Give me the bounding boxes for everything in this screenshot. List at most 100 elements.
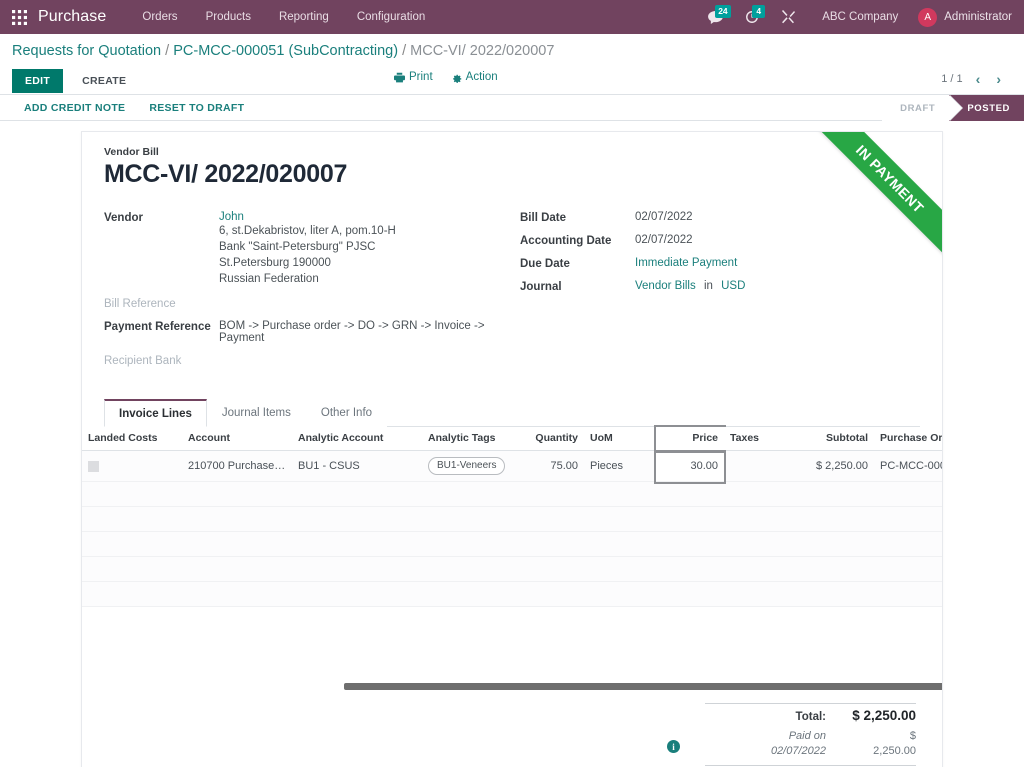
empty-row-4 — [82, 556, 942, 582]
empty-row-1 — [82, 481, 942, 507]
journal-currency-link[interactable]: USD — [721, 280, 745, 292]
tab-other-info[interactable]: Other Info — [305, 399, 388, 427]
action-label: Action — [465, 71, 498, 83]
control-panel: Requests for Quotation / PC-MCC-000051 (… — [0, 34, 1024, 95]
due-date-label: Due Date — [520, 258, 570, 270]
print-button[interactable]: Print — [394, 71, 433, 83]
table-row[interactable]: 210700 Purchase Ex... BU1 - CSUS BU1-Ven… — [82, 448, 942, 484]
menu-item-configuration[interactable]: Configuration — [343, 5, 439, 29]
horizontal-scrollbar-track[interactable] — [344, 683, 942, 691]
paid-row: i Paid on 02/07/2022 $ 2,250.00 — [667, 727, 916, 765]
table-header-row: Landed Costs Account Analytic Account An… — [82, 425, 942, 453]
column-header-quantity[interactable]: Quantity — [522, 427, 584, 451]
app-brand-purchase[interactable]: Purchase — [38, 8, 106, 26]
company-switcher[interactable]: ABC Company — [806, 11, 914, 23]
paid-on-label: Paid on — [788, 730, 826, 742]
messages-button[interactable]: 24 — [697, 0, 734, 34]
print-label: Print — [409, 71, 433, 83]
control-panel-center-actions: Print Action — [394, 71, 498, 83]
column-header-landed-costs[interactable]: Landed Costs — [82, 427, 182, 451]
paid-amount-block: $ 2,250.00 — [838, 729, 916, 759]
column-header-analytic-account[interactable]: Analytic Account — [292, 427, 422, 451]
edit-button[interactable]: EDIT — [12, 69, 64, 93]
column-header-subtotal[interactable]: Subtotal — [802, 427, 874, 451]
status-stages: DRAFT POSTED — [882, 95, 1024, 121]
menu-item-orders[interactable]: Orders — [128, 5, 191, 29]
due-date-value: Immediate Payment — [635, 257, 920, 269]
column-header-analytic-tags[interactable]: Analytic Tags — [422, 427, 522, 451]
field-recipient-bank: Recipient Bank — [104, 354, 512, 367]
cell-purchase-order[interactable]: PC-MCC-00005... — [874, 450, 942, 482]
add-credit-note-button[interactable]: ADD CREDIT NOTE — [12, 97, 137, 119]
landed-costs-checkbox[interactable] — [88, 460, 99, 472]
navbar-right-group: 24 4 ABC Company A Administrator — [697, 0, 1014, 34]
bill-date-label: Bill Date — [520, 212, 567, 224]
paid-on-block: Paid on 02/07/2022 — [771, 729, 826, 759]
field-vendor: Vendor John 6, st.Dekabristov, liter A, … — [104, 211, 512, 287]
accounting-date-value[interactable]: 02/07/2022 — [635, 234, 920, 246]
pager-previous-button[interactable]: ‹ — [973, 70, 984, 88]
total-row: Total: $ 2,250.00 — [705, 703, 916, 727]
empty-row-2 — [82, 506, 942, 532]
breadcrumb-item-po[interactable]: PC-MCC-000051 (SubContracting) — [173, 43, 398, 59]
pager-next-button[interactable]: › — [993, 70, 1004, 88]
field-journal: Journal Vendor Bills in USD — [520, 280, 920, 293]
form-sheet: IN PAYMENT Vendor Bill MCC-VI/ 2022/0200… — [81, 131, 943, 767]
column-header-account[interactable]: Account — [182, 427, 292, 451]
apps-grid-icon[interactable] — [6, 4, 32, 30]
journal-link[interactable]: Vendor Bills — [635, 280, 696, 292]
breadcrumb-item-rfq[interactable]: Requests for Quotation — [12, 43, 161, 59]
document-type-label: Vendor Bill — [104, 146, 159, 158]
horizontal-scrollbar-thumb[interactable] — [344, 683, 942, 690]
vendor-address-line-3: St.Petersburg 190000 — [219, 257, 331, 269]
tab-journal-items[interactable]: Journal Items — [206, 399, 306, 427]
messages-badge: 24 — [715, 5, 731, 18]
column-header-uom[interactable]: UoM — [584, 427, 656, 451]
payment-reference-value[interactable]: BOM -> Purchase order -> DO -> GRN -> In… — [219, 320, 512, 344]
invoice-lines-body: 210700 Purchase Ex... BU1 - CSUS BU1-Ven… — [82, 448, 942, 607]
tab-invoice-lines[interactable]: Invoice Lines — [104, 399, 207, 427]
column-header-taxes[interactable]: Taxes — [724, 427, 802, 451]
status-stage-draft[interactable]: DRAFT — [882, 95, 964, 121]
breadcrumb: Requests for Quotation / PC-MCC-000051 (… — [12, 42, 712, 61]
bill-date-value[interactable]: 02/07/2022 — [635, 211, 920, 223]
activities-button[interactable]: 4 — [734, 0, 770, 34]
cell-analytic-tags[interactable]: BU1-Veneers — [422, 450, 522, 482]
pager-count: 1 / 1 — [941, 73, 963, 85]
cell-landed-costs[interactable] — [82, 450, 182, 482]
cell-subtotal: $ 2,250.00 — [802, 450, 874, 482]
vendor-name-link[interactable]: John — [219, 211, 244, 223]
menu-item-products[interactable]: Products — [192, 5, 265, 29]
vendor-value: John 6, st.Dekabristov, liter A, pom.10-… — [219, 211, 512, 287]
info-icon[interactable]: i — [667, 740, 680, 753]
totals-panel: Total: $ 2,250.00 i Paid on 02/07/2022 $… — [667, 703, 920, 767]
user-menu[interactable]: A Administrator — [914, 7, 1014, 27]
column-header-price[interactable]: Price — [654, 425, 726, 453]
action-button[interactable]: Action — [451, 71, 498, 83]
total-label: Total: — [795, 711, 826, 723]
menu-item-reporting[interactable]: Reporting — [265, 5, 343, 29]
column-header-purchase-order[interactable]: Purchase Order — [874, 427, 942, 451]
cell-price[interactable]: 30.00 — [654, 448, 726, 484]
cell-quantity[interactable]: 75.00 — [522, 450, 584, 482]
journal-label: Journal — [520, 281, 562, 293]
paid-amount: 2,250.00 — [873, 745, 916, 757]
top-navbar: Purchase Orders Products Reporting Confi… — [0, 0, 1024, 34]
cell-analytic-account[interactable]: BU1 - CSUS — [292, 450, 422, 482]
main-menu: Orders Products Reporting Configuration — [128, 5, 439, 29]
empty-row-3 — [82, 531, 942, 557]
vendor-address-line-1: 6, st.Dekabristov, liter A, pom.10-H — [219, 225, 396, 237]
bill-reference-label: Bill Reference — [104, 298, 176, 310]
invoice-lines-table: Landed Costs Account Analytic Account An… — [82, 425, 942, 607]
gear-icon — [452, 74, 461, 83]
reset-to-draft-button[interactable]: RESET TO DRAFT — [137, 97, 256, 119]
due-date-link[interactable]: Immediate Payment — [635, 257, 737, 269]
recipient-bank-label: Recipient Bank — [104, 355, 182, 367]
cell-taxes[interactable] — [724, 450, 802, 482]
create-button[interactable]: CREATE — [69, 69, 139, 93]
developer-tools-wrench-icon[interactable] — [770, 0, 806, 34]
cell-account[interactable]: 210700 Purchase Ex... — [182, 450, 292, 482]
content-area: IN PAYMENT Vendor Bill MCC-VI/ 2022/0200… — [0, 121, 1024, 767]
field-accounting-date: Accounting Date 02/07/2022 — [520, 234, 920, 247]
cell-uom[interactable]: Pieces — [584, 450, 656, 482]
